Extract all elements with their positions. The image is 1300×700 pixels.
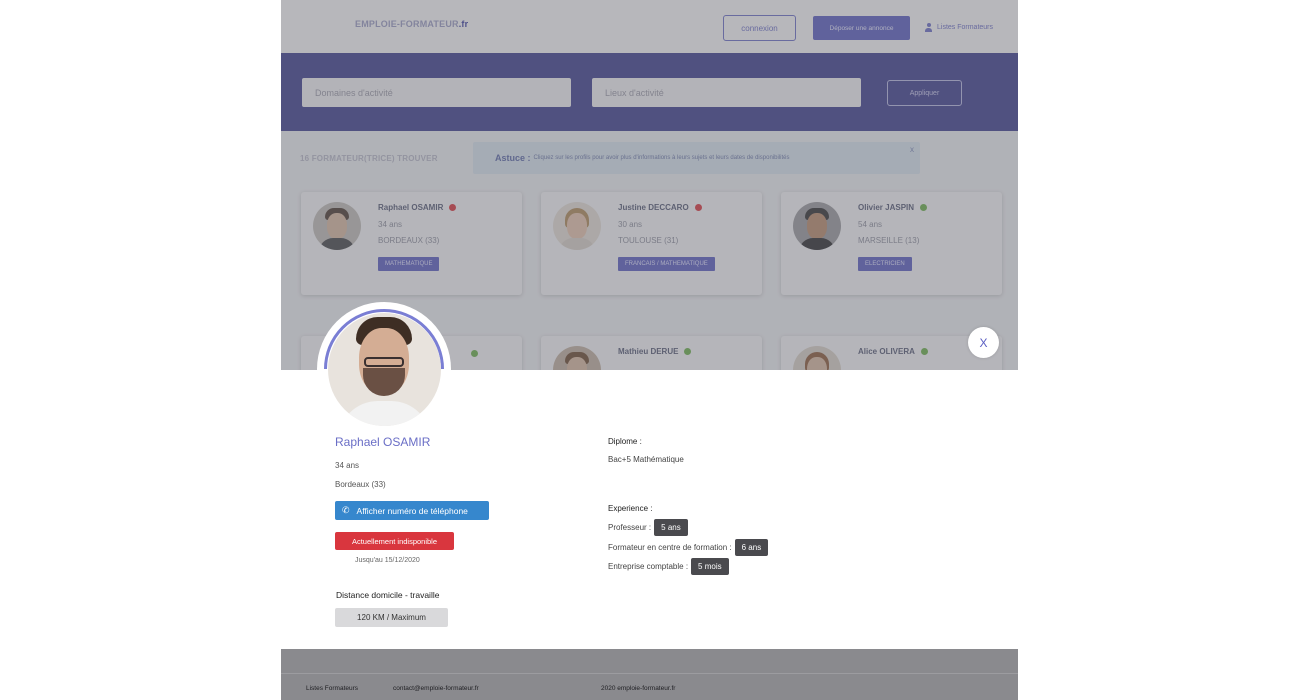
show-phone-label: Afficher numéro de téléphone <box>356 505 468 516</box>
status-badge: Actuellement indisponible <box>335 532 454 550</box>
profile-age: 34 ans <box>335 461 360 470</box>
footer-listes-link[interactable]: Listes Formateurs <box>306 685 358 692</box>
experience-item: Professeur : 5 ans <box>608 519 688 536</box>
distance-label: Distance domicile - travaille <box>336 590 440 600</box>
experience-duration: 5 ans <box>654 519 688 536</box>
profile-city: Bordeaux (33) <box>335 480 386 489</box>
experience-item: Entreprise comptable : 5 mois <box>608 558 729 575</box>
diploma-value: Bac+5 Mathématique <box>608 455 684 464</box>
experience-role: Professeur : <box>608 523 652 532</box>
experience-role: Formateur en centre de formation : <box>608 543 732 552</box>
footer-contact-link[interactable]: contact@emploie-formateur.fr <box>393 685 479 692</box>
unavailable-until: Jusqu'au 15/12/2020 <box>355 557 420 564</box>
footer-copyright: 2020 emploie-formateur.fr <box>601 685 676 692</box>
experience-duration: 6 ans <box>734 539 769 556</box>
experience-label: Experience : <box>608 504 653 513</box>
show-phone-button[interactable]: ✆ Afficher numéro de téléphone <box>335 501 489 520</box>
footer: Listes Formateurs contact@emploie-format… <box>281 649 1018 700</box>
profile-photo <box>328 313 441 426</box>
experience-duration: 5 mois <box>691 558 729 575</box>
footer-divider <box>281 673 1018 674</box>
close-button[interactable]: X <box>968 327 999 358</box>
experience-role: Entreprise comptable : <box>608 562 689 571</box>
diploma-label: Diplome : <box>608 437 642 446</box>
distance-value: 120 KM / Maximum <box>335 608 448 627</box>
phone-icon: ✆ <box>342 505 350 515</box>
experience-item: Formateur en centre de formation : 6 ans <box>608 539 769 556</box>
profile-name: Raphael OSAMIR <box>335 435 431 449</box>
